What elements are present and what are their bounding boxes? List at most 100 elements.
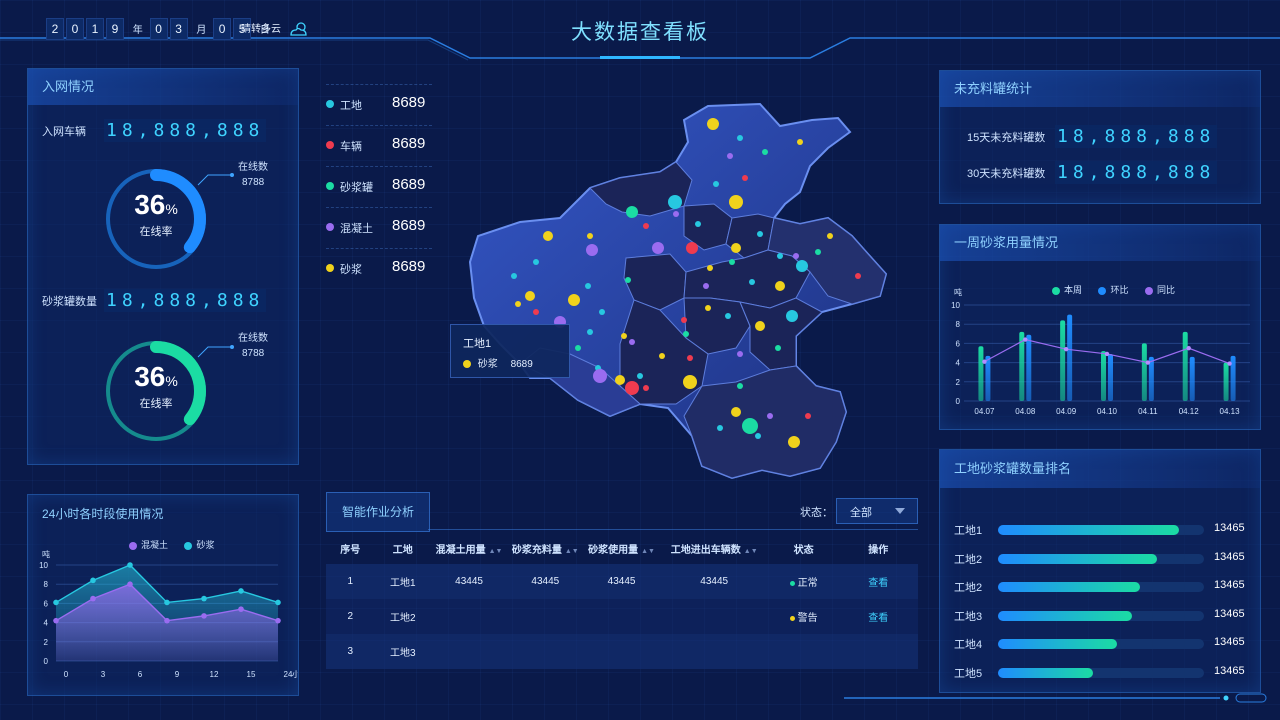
map-marker[interactable]	[673, 211, 679, 217]
map-marker[interactable]	[796, 260, 808, 272]
map-marker[interactable]	[755, 433, 761, 439]
bar[interactable]	[1182, 331, 1188, 401]
data-point[interactable]	[1023, 337, 1028, 342]
bar[interactable]	[1223, 362, 1229, 401]
map-marker[interactable]	[775, 281, 785, 291]
map-marker[interactable]	[737, 383, 743, 389]
map-marker[interactable]	[777, 253, 783, 259]
map-marker[interactable]	[788, 436, 800, 448]
data-point[interactable]	[1063, 346, 1069, 352]
map-marker[interactable]	[621, 333, 627, 339]
data-point[interactable]	[1186, 346, 1191, 351]
data-point[interactable]	[127, 581, 133, 587]
table-column-header[interactable]: 工地进出车辆数 ▲▼	[660, 532, 769, 564]
map-marker[interactable]	[786, 310, 798, 322]
map-marker[interactable]	[731, 407, 741, 417]
bar[interactable]	[1060, 320, 1066, 401]
map-marker[interactable]	[643, 385, 649, 391]
data-point[interactable]	[275, 599, 281, 606]
map-marker[interactable]	[827, 233, 833, 239]
bar[interactable]	[1067, 314, 1073, 401]
bar[interactable]	[1141, 343, 1147, 401]
data-point[interactable]	[164, 617, 170, 624]
map-marker[interactable]	[687, 355, 693, 361]
table-column-header[interactable]: 混凝土用量 ▲▼	[431, 532, 507, 564]
map-marker[interactable]	[543, 231, 553, 241]
map-marker[interactable]	[683, 331, 689, 337]
data-point[interactable]	[1227, 361, 1232, 366]
data-point[interactable]	[53, 599, 59, 606]
map-marker[interactable]	[659, 353, 665, 359]
data-point[interactable]	[127, 562, 133, 568]
map-marker[interactable]	[767, 413, 773, 419]
data-point[interactable]	[1145, 360, 1151, 365]
map-marker[interactable]	[575, 345, 581, 351]
sort-icon[interactable]: ▲▼	[641, 548, 655, 555]
data-point[interactable]	[982, 359, 987, 364]
map-marker[interactable]	[629, 339, 635, 345]
map-marker[interactable]	[855, 273, 861, 279]
bar[interactable]	[1101, 351, 1106, 401]
map-marker[interactable]	[793, 253, 799, 259]
map-marker[interactable]	[586, 244, 598, 256]
status-select[interactable]: 全部	[836, 498, 918, 524]
map-marker[interactable]	[707, 118, 719, 130]
category-item[interactable]: 砂浆罐 8689	[326, 166, 432, 207]
data-point[interactable]	[275, 617, 281, 624]
map-marker[interactable]	[511, 273, 517, 279]
bar[interactable]	[1026, 334, 1032, 401]
map-marker[interactable]	[729, 259, 735, 265]
map-marker[interactable]	[568, 294, 580, 306]
map-marker[interactable]	[727, 153, 733, 159]
map-marker[interactable]	[737, 351, 743, 357]
sort-icon[interactable]: ▲▼	[489, 548, 503, 555]
map-marker[interactable]	[742, 175, 748, 181]
map-marker[interactable]	[729, 195, 743, 209]
map-marker[interactable]	[713, 181, 719, 187]
map-marker[interactable]	[717, 425, 723, 431]
map-marker[interactable]	[805, 413, 811, 419]
map-marker[interactable]	[737, 135, 743, 141]
map-marker[interactable]	[525, 291, 535, 301]
category-item[interactable]: 砂浆 8689	[326, 248, 432, 289]
map-marker[interactable]	[775, 345, 781, 351]
map-marker[interactable]	[686, 242, 698, 254]
sort-icon[interactable]: ▲▼	[565, 548, 579, 555]
map-marker[interactable]	[585, 283, 591, 289]
map-marker[interactable]	[757, 231, 763, 237]
map-marker[interactable]	[695, 221, 701, 227]
map-marker[interactable]	[668, 195, 682, 209]
map-marker[interactable]	[625, 381, 639, 395]
bar[interactable]	[978, 346, 984, 401]
map-marker[interactable]	[615, 375, 625, 385]
table-column-header[interactable]: 砂浆充料量 ▲▼	[507, 532, 583, 564]
analysis-tab[interactable]: 智能作业分析	[326, 492, 430, 532]
map-marker[interactable]	[652, 242, 664, 254]
category-item[interactable]: 工地 8689	[326, 84, 432, 125]
map-marker[interactable]	[749, 279, 755, 285]
map-marker[interactable]	[587, 233, 593, 239]
map-marker[interactable]	[599, 309, 605, 315]
data-point[interactable]	[201, 595, 207, 602]
map-marker[interactable]	[797, 139, 803, 145]
province-map[interactable]	[440, 86, 900, 486]
map-marker[interactable]	[681, 317, 687, 323]
map-marker[interactable]	[762, 149, 768, 155]
data-point[interactable]	[90, 595, 96, 602]
table-column-header[interactable]: 砂浆使用量 ▲▼	[583, 532, 659, 564]
map-marker[interactable]	[707, 265, 713, 271]
map-marker[interactable]	[626, 206, 638, 218]
map-marker[interactable]	[705, 305, 711, 311]
map-marker[interactable]	[593, 369, 607, 383]
bar[interactable]	[1189, 356, 1195, 401]
map-marker[interactable]	[683, 375, 697, 389]
data-point[interactable]	[1104, 351, 1110, 357]
map-marker[interactable]	[731, 243, 741, 253]
map-marker[interactable]	[742, 418, 758, 434]
data-point[interactable]	[164, 599, 170, 606]
data-point[interactable]	[90, 577, 96, 584]
map-marker[interactable]	[643, 223, 649, 229]
map-marker[interactable]	[703, 283, 709, 289]
data-point[interactable]	[238, 588, 244, 594]
sort-icon[interactable]: ▲▼	[744, 548, 758, 555]
